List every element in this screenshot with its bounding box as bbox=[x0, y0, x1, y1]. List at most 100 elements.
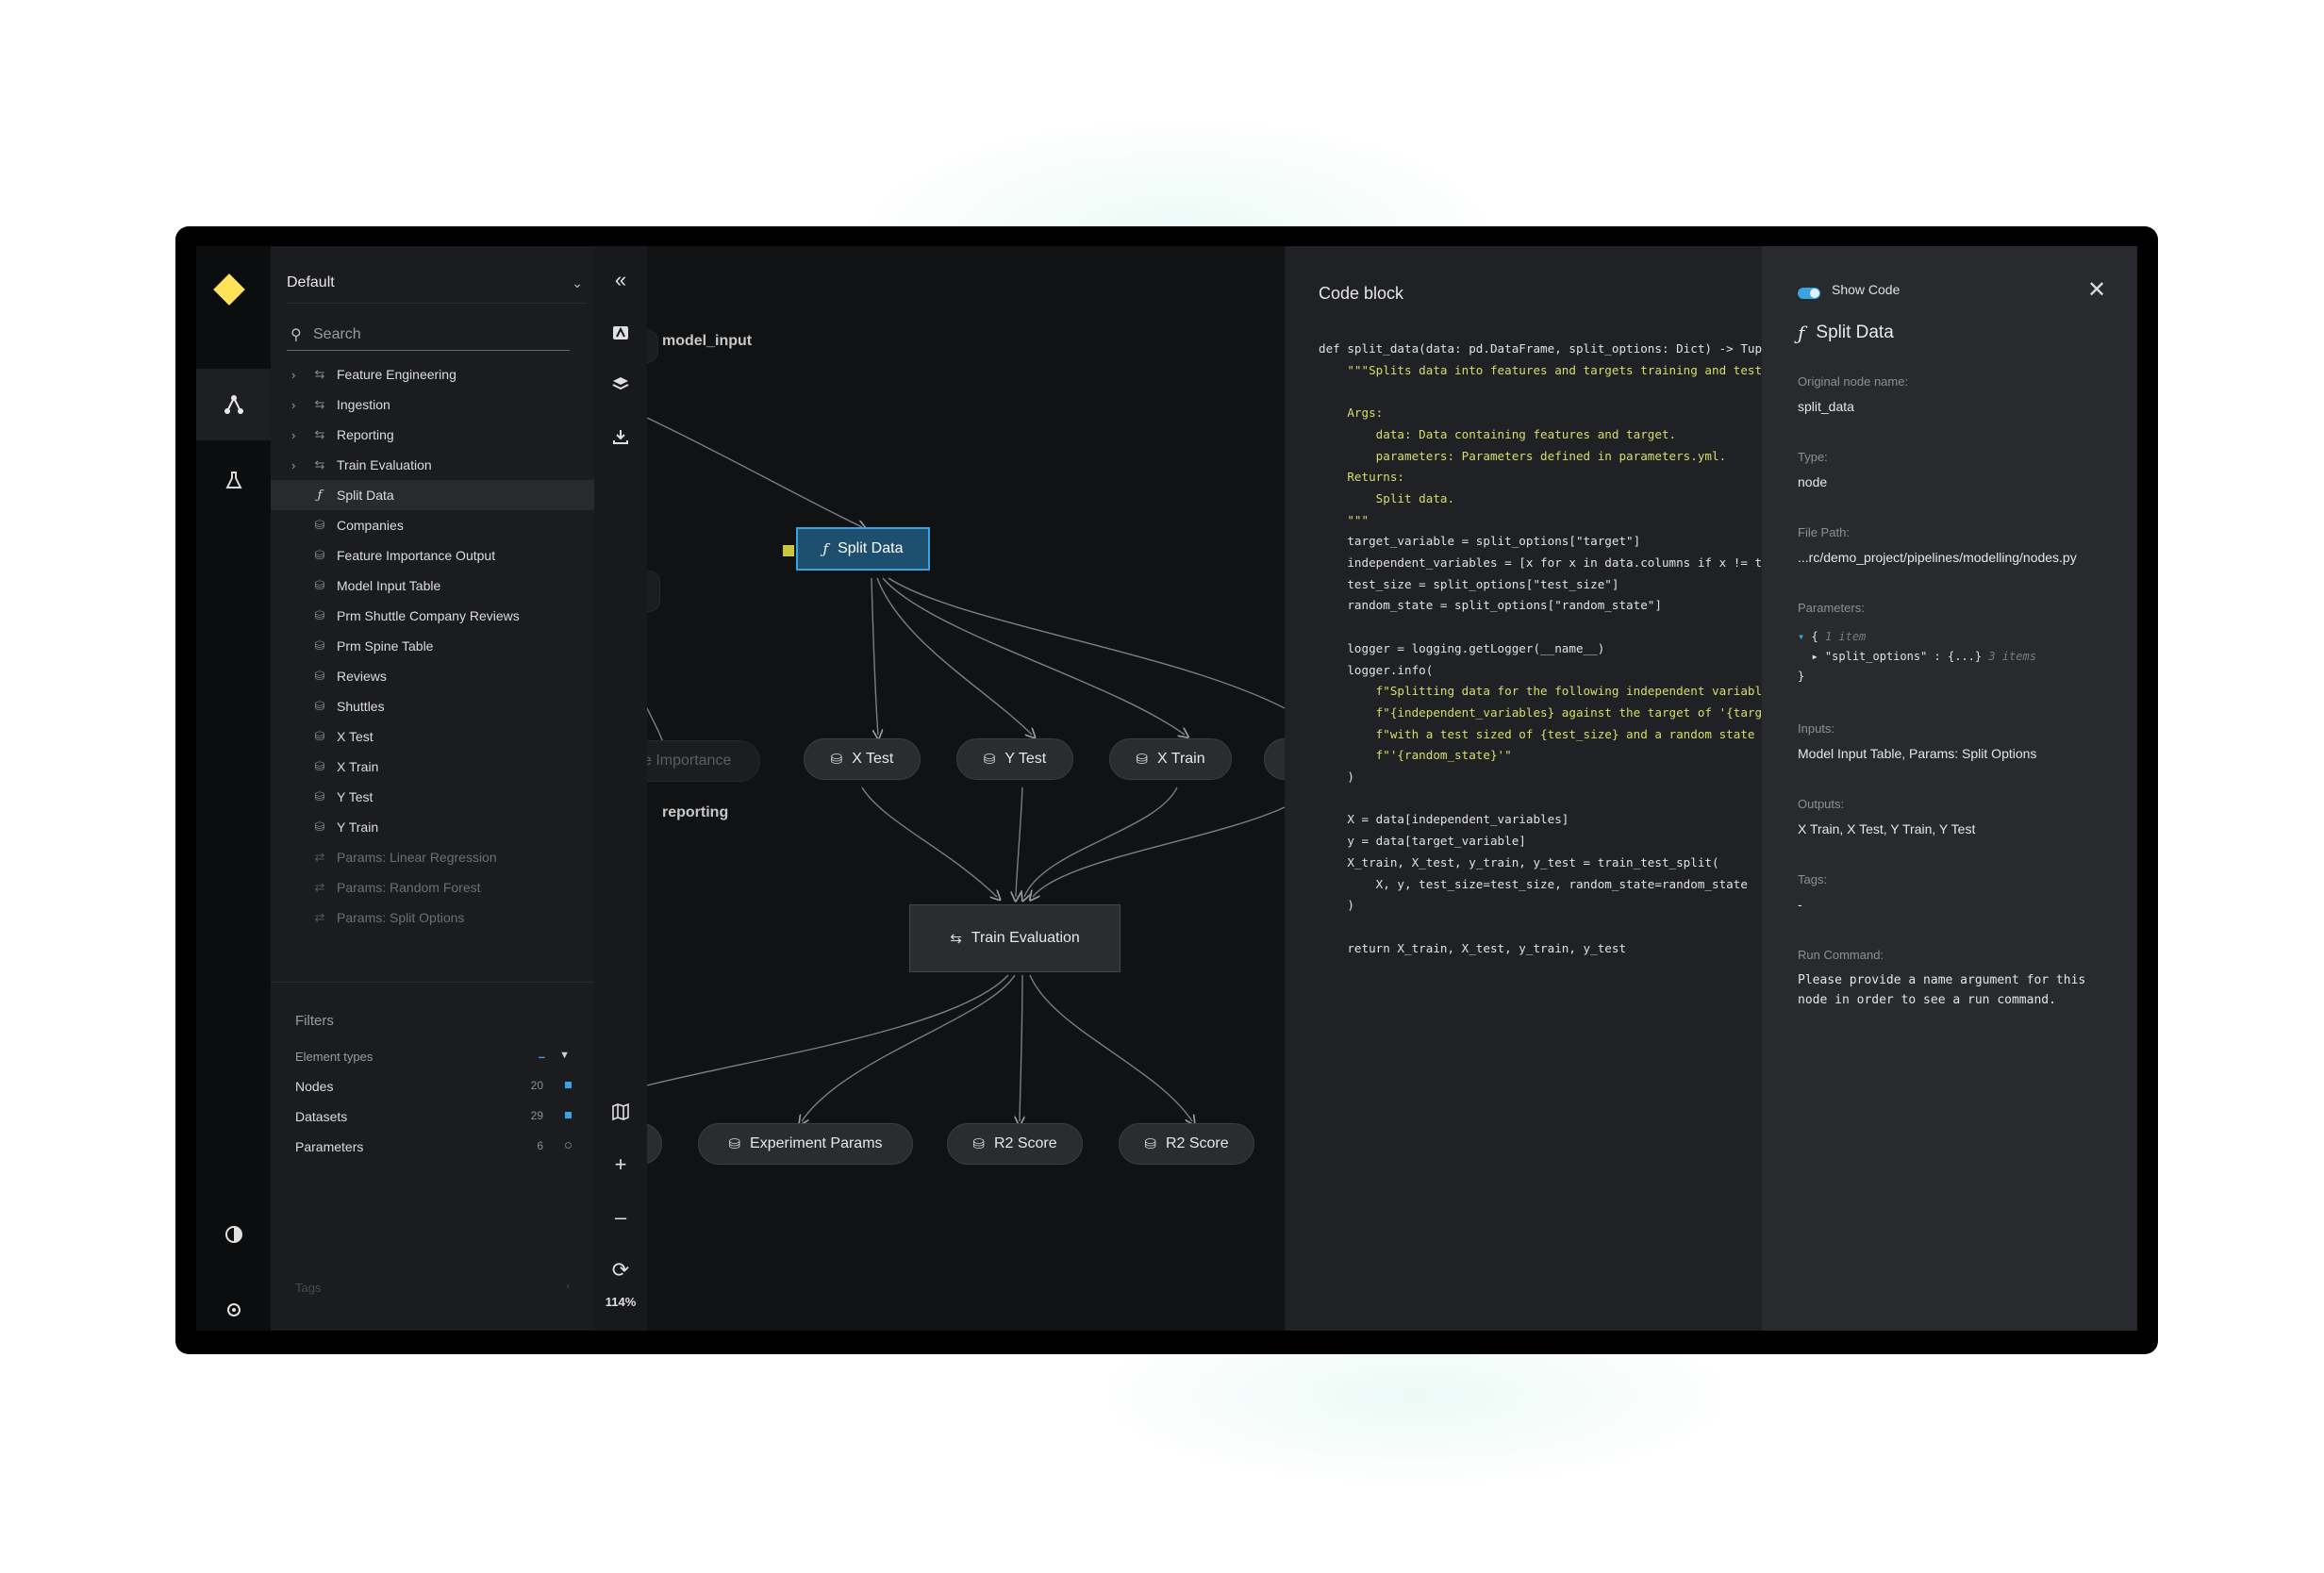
node-list-item[interactable]: › ⇆ Ingestion bbox=[271, 389, 594, 420]
node-list-item[interactable]: ⛁ Companies bbox=[271, 510, 594, 540]
parameters-label: Parameters: bbox=[1798, 601, 1865, 615]
settings-button[interactable] bbox=[196, 1274, 271, 1331]
node-list-item[interactable]: ⛁ Prm Shuttle Company Reviews bbox=[271, 601, 594, 631]
filter-row-count: 6 bbox=[537, 1139, 543, 1152]
collapse-sidebar-button[interactable]: « bbox=[594, 261, 647, 299]
parameters-icon: ⇄ bbox=[314, 880, 325, 894]
graph-node-train-evaluation[interactable]: ⇆ Train Evaluation bbox=[909, 904, 1120, 972]
code-line: Split data. bbox=[1319, 490, 1455, 505]
show-code-label: Show Code bbox=[1832, 282, 1901, 297]
chevron-right-icon[interactable]: › bbox=[291, 368, 295, 382]
flowchart-view-button[interactable] bbox=[196, 369, 271, 440]
labels-toggle-button[interactable] bbox=[594, 314, 647, 352]
code-line: Returns: bbox=[1319, 470, 1404, 485]
graph-node-r2-score-1[interactable]: ⛁ R2 Score bbox=[947, 1123, 1083, 1165]
node-list-item[interactable]: ⇄ Params: Random Forest bbox=[271, 872, 594, 902]
node-list-item-label: Y Test bbox=[337, 789, 374, 804]
code-block[interactable]: def split_data(data: pd.DataFrame, split… bbox=[1319, 339, 1762, 959]
dataset-icon: ⛁ bbox=[972, 1136, 985, 1152]
layers-toggle-button[interactable] bbox=[594, 365, 647, 403]
node-list-item[interactable]: ⛁ Model Input Table bbox=[271, 571, 594, 601]
node-list-item[interactable]: › ⇆ Reporting bbox=[271, 420, 594, 450]
filter-row-label: Parameters bbox=[295, 1139, 364, 1154]
dataset-icon: ⛁ bbox=[314, 518, 325, 532]
chevron-right-icon[interactable]: › bbox=[291, 398, 295, 412]
element-types-header[interactable]: Element types – ▼ bbox=[295, 1050, 573, 1064]
experiment-tracking-button[interactable] bbox=[196, 444, 271, 516]
graph-node-r2-score-2[interactable]: ⛁ R2 Score bbox=[1119, 1123, 1254, 1165]
tags-header[interactable]: Tags ‹ bbox=[295, 1281, 573, 1295]
graph-node-x-train[interactable]: ⛁ X Train bbox=[1109, 738, 1232, 780]
graph-node-feature-importance[interactable]: re Importance bbox=[647, 740, 760, 782]
params-sub-count: 3 items bbox=[1988, 650, 2036, 663]
parameters-tree[interactable]: ▾ { 1 item ▸ "split_options" : {...} 3 i… bbox=[1798, 627, 2036, 687]
filter-checkbox[interactable] bbox=[565, 1142, 572, 1149]
export-button[interactable] bbox=[594, 418, 647, 455]
node-list-item-label: X Test bbox=[337, 729, 374, 744]
zoom-level: 114% bbox=[605, 1295, 637, 1309]
pipeline-graph[interactable]: model_input ƒ Split Data re Importance r… bbox=[647, 246, 1285, 1331]
chevron-down-icon[interactable]: ▼ bbox=[559, 1050, 570, 1061]
zoom-out-button[interactable]: – bbox=[594, 1199, 647, 1236]
code-line: f"'{random_state}'" bbox=[1319, 748, 1512, 763]
filter-row-datasets[interactable]: Datasets 29 bbox=[295, 1109, 573, 1124]
graph-node-partial-left[interactable] bbox=[647, 571, 660, 612]
node-list-item[interactable]: ⛁ X Test bbox=[271, 721, 594, 752]
node-list-item[interactable]: ⛁ Y Test bbox=[271, 782, 594, 812]
collapse-icon[interactable]: – bbox=[539, 1050, 545, 1064]
file-path-value: ...rc/demo_project/pipelines/modelling/n… bbox=[1798, 550, 2077, 565]
theme-toggle-button[interactable] bbox=[196, 1199, 271, 1270]
reset-zoom-button[interactable]: ⟳ bbox=[594, 1251, 647, 1289]
node-list: › ⇆ Feature Engineering › ⇆ Ingestion › ⇆ Report… bbox=[271, 359, 594, 933]
node-list-item-label: Train Evaluation bbox=[337, 457, 432, 472]
inputs-label: Inputs: bbox=[1798, 721, 1835, 736]
filter-checkbox[interactable] bbox=[565, 1082, 572, 1088]
canvas-toolbar: « + – ⟳ 114% bbox=[594, 246, 647, 1331]
node-list-item[interactable]: ⛁ Prm Spine Table bbox=[271, 631, 594, 661]
chevron-down-icon[interactable]: ▾ bbox=[1798, 630, 1804, 643]
pipeline-selector[interactable]: Default ⌄ bbox=[287, 263, 587, 304]
file-path-label: File Path: bbox=[1798, 525, 1850, 539]
node-list-item[interactable]: ⇄ Params: Split Options bbox=[271, 902, 594, 933]
search-input[interactable]: ⚲ Search bbox=[287, 320, 570, 351]
node-list-item[interactable]: ⛁ Feature Importance Output bbox=[271, 540, 594, 571]
node-list-item-label: Y Train bbox=[337, 820, 379, 835]
download-icon bbox=[613, 430, 628, 444]
metadata-node-title: ƒ Split Data bbox=[1798, 322, 1894, 344]
node-list-item[interactable]: ⇄ Params: Linear Regression bbox=[271, 842, 594, 872]
node-list-item[interactable]: ⛁ X Train bbox=[271, 752, 594, 782]
graph-node-y-test[interactable]: ⛁ Y Test bbox=[956, 738, 1073, 780]
run-command-line-2: node in order to see a run command. bbox=[1798, 993, 2056, 1007]
minimap-toggle-button[interactable] bbox=[594, 1093, 647, 1131]
node-list-item[interactable]: ⛁ Shuttles bbox=[271, 691, 594, 721]
filter-checkbox[interactable] bbox=[565, 1112, 572, 1118]
flowchart-icon bbox=[224, 395, 243, 414]
chevron-left-icon[interactable]: ‹ bbox=[566, 1281, 570, 1292]
dataset-icon: ⛁ bbox=[1136, 752, 1148, 768]
graph-node-x-test[interactable]: ⛁ X Test bbox=[804, 738, 921, 780]
node-list-item[interactable]: ƒ Split Data bbox=[271, 480, 594, 510]
close-icon[interactable]: ✕ bbox=[2087, 276, 2106, 304]
graph-node-experiment-params[interactable]: ⛁ Experiment Params bbox=[698, 1123, 913, 1165]
zoom-in-button[interactable]: + bbox=[594, 1146, 647, 1184]
params-close-brace: } bbox=[1798, 670, 1805, 683]
dataset-icon: ⛁ bbox=[314, 729, 325, 743]
filter-row-parameters[interactable]: Parameters 6 bbox=[295, 1139, 573, 1154]
node-list-item[interactable]: ⛁ Reviews bbox=[271, 661, 594, 691]
chevron-right-icon[interactable]: › bbox=[291, 458, 295, 472]
node-list-item[interactable]: › ⇆ Train Evaluation bbox=[271, 450, 594, 480]
plus-icon: + bbox=[614, 1152, 627, 1176]
filter-row-nodes[interactable]: Nodes 20 bbox=[295, 1079, 573, 1094]
dataset-icon: ⛁ bbox=[983, 752, 996, 768]
graph-node-split-data[interactable]: ƒ Split Data bbox=[796, 527, 930, 571]
chevron-right-icon[interactable]: › bbox=[291, 428, 295, 442]
dataset-icon: ⛁ bbox=[314, 608, 325, 622]
type-value: node bbox=[1798, 474, 1828, 489]
chevron-right-icon[interactable]: ▸ bbox=[1811, 650, 1818, 663]
show-code-toggle[interactable] bbox=[1798, 288, 1820, 299]
params-value: : {...} bbox=[1934, 650, 1983, 663]
code-line: Args: bbox=[1319, 406, 1384, 421]
node-list-item[interactable]: ⛁ Y Train bbox=[271, 812, 594, 842]
code-line: independent_variables = [x for x in data… bbox=[1347, 555, 1762, 571]
node-list-item[interactable]: › ⇆ Feature Engineering bbox=[271, 359, 594, 389]
